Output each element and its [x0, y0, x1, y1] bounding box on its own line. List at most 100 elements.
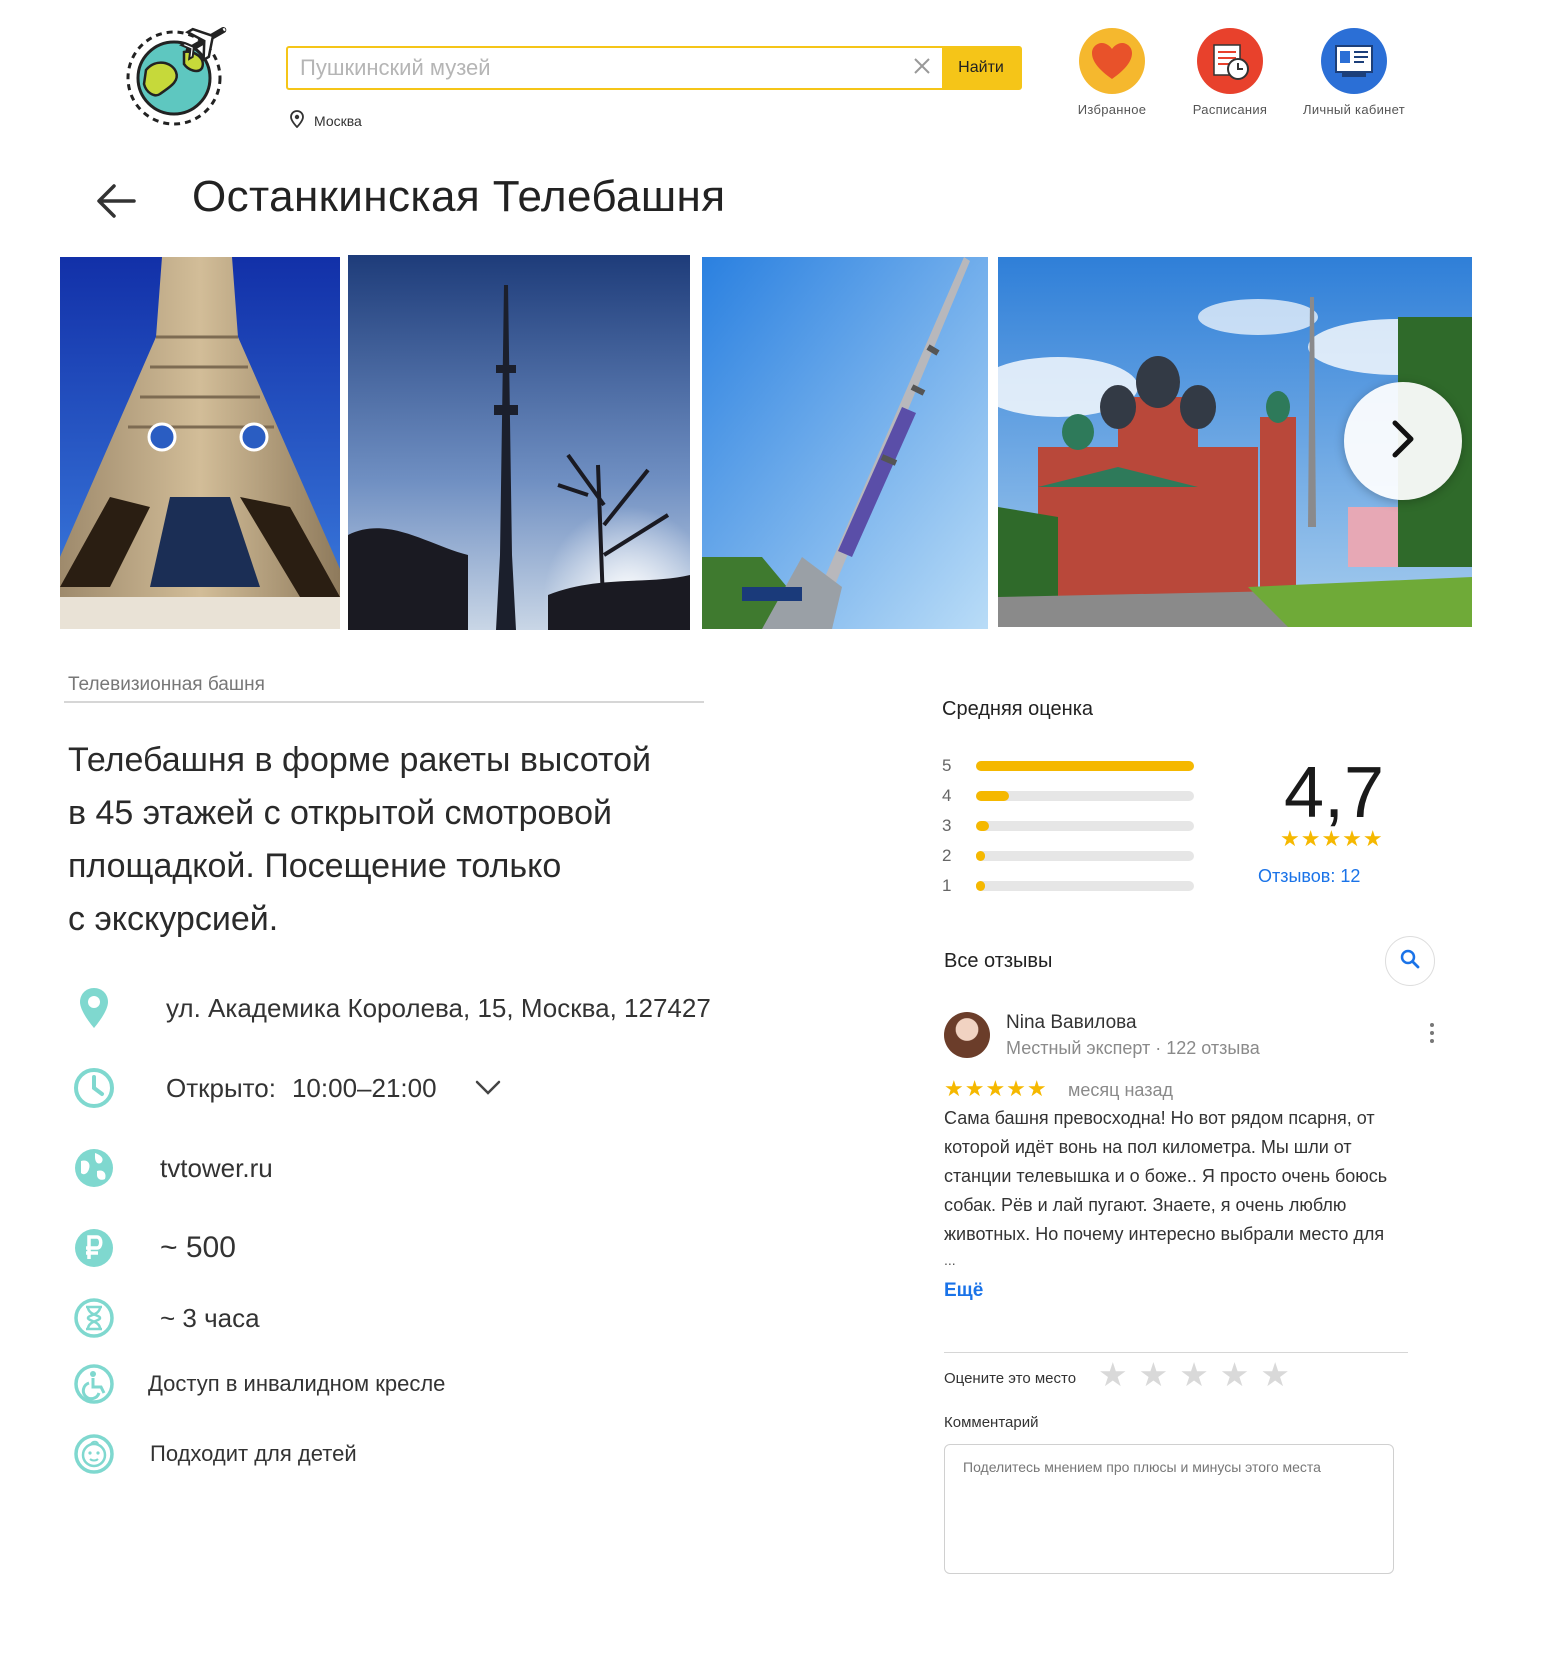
review-more-link[interactable]: Ещё: [944, 1280, 983, 1302]
wheelchair-text: Доступ в инвалидном кресле: [148, 1371, 446, 1396]
chevron-down-icon[interactable]: [475, 1080, 501, 1096]
review-author[interactable]: Nina Вавилова: [1006, 1012, 1137, 1034]
description-line: в 45 этажей с открытой смотровой: [68, 794, 613, 832]
rating-bar-label: 5: [942, 756, 952, 775]
rate-place-label: Оцените это место: [944, 1370, 1077, 1387]
search-input[interactable]: [288, 48, 902, 88]
clear-search-button[interactable]: [902, 48, 942, 88]
address-row: ул. Академика Королева, 15, Москва, 1274…: [72, 986, 711, 1030]
hours-label: Открыто:: [166, 1072, 276, 1103]
site-logo[interactable]: [122, 22, 240, 128]
account-button[interactable]: Личный кабинет: [1284, 28, 1424, 117]
rating-bar-row: 2: [942, 846, 1194, 866]
arrow-left-icon: [94, 184, 138, 224]
reviews-count-link[interactable]: Отзывов: 12: [1258, 866, 1360, 887]
page-title: Останкинская Телебашня: [192, 172, 726, 221]
schedules-label: Расписания: [1192, 102, 1268, 117]
review-text: Сама башня превосходна! Но вот рядом пса…: [944, 1104, 1444, 1249]
rating-bar-track: [976, 791, 1194, 801]
duration-row: ~ 3 часа: [72, 1296, 260, 1340]
rating-bar-label: 4: [942, 786, 952, 805]
globe-icon: [72, 1146, 116, 1190]
search-bar: Найти: [286, 46, 1022, 90]
rating-bar-row: 4: [942, 786, 1194, 806]
wheelchair-icon: [72, 1362, 116, 1406]
account-label: Личный кабинет: [1302, 102, 1405, 117]
website-link[interactable]: tvtower.ru: [160, 1153, 273, 1184]
review-line: животных. Но почему интересно выбрали ме…: [944, 1224, 1385, 1244]
price-row: ~ 500: [72, 1226, 236, 1270]
rating-bar-fill: [976, 761, 1194, 771]
place-description: Телебашня в форме ракеты высотой в 45 эт…: [68, 734, 728, 946]
address-text[interactable]: ул. Академика Королева, 15, Москва, 1274…: [166, 993, 711, 1024]
description-line: площадкой. Посещение только: [68, 847, 562, 885]
review-line: станции телевышка и о боже.. Я просто оч…: [944, 1166, 1388, 1186]
hourglass-icon: [72, 1296, 116, 1340]
rating-bar-fill: [976, 791, 1009, 801]
review-stars: ★★★★★: [944, 1076, 1048, 1101]
description-line: с экскурсией.: [68, 900, 279, 938]
average-rating-title: Средняя оценка: [942, 698, 1094, 720]
back-button[interactable]: [94, 182, 138, 220]
avatar[interactable]: [944, 1012, 990, 1058]
gallery-photo-2[interactable]: [348, 255, 690, 630]
search-button[interactable]: Найти: [942, 48, 1020, 88]
comment-textarea[interactable]: [944, 1444, 1394, 1574]
kids-row: Подходит для детей: [72, 1432, 357, 1476]
rating-bar-track: [976, 821, 1194, 831]
chevron-right-icon: [1389, 419, 1417, 464]
rating-bar-track: [976, 881, 1194, 891]
average-rating-value: 4,7: [1284, 753, 1385, 833]
review-line: собак. Рёв и лай пугают. Знаете, я очень…: [944, 1195, 1347, 1215]
review-line: которой идёт вонь на пол километра. Мы ш…: [944, 1137, 1352, 1157]
review-line: Сама башня превосходна! Но вот рядом пса…: [944, 1108, 1375, 1128]
account-icon: [1321, 28, 1387, 94]
schedule-icon: [1197, 28, 1263, 94]
location-label: Москва: [314, 112, 362, 129]
heart-icon: [1079, 28, 1145, 94]
rate-star-2[interactable]: ★: [1139, 1358, 1169, 1391]
gallery-photo-3[interactable]: [702, 257, 988, 629]
close-icon: [913, 57, 931, 80]
rate-star-1[interactable]: ★: [1098, 1358, 1128, 1391]
rating-bar-track: [976, 851, 1194, 861]
review-author-meta: Местный эксперт · 122 отзыва: [1006, 1038, 1260, 1058]
search-reviews-button[interactable]: [1385, 936, 1435, 986]
rate-divider: [944, 1352, 1408, 1353]
place-category: Телевизионная башня: [68, 674, 265, 695]
rating-bar-row: 5: [942, 756, 1194, 776]
rating-bar-track: [976, 761, 1194, 771]
hours-row[interactable]: Открыто: 10:00–21:00: [72, 1066, 501, 1110]
all-reviews-title: Все отзывы: [944, 950, 1053, 972]
comment-label: Комментарий: [944, 1414, 1039, 1431]
rate-star-3[interactable]: ★: [1179, 1358, 1209, 1391]
rating-bar-row: 3: [942, 816, 1194, 836]
average-rating-stars: ★★★★★: [1280, 826, 1384, 851]
location-pin-icon: [72, 986, 116, 1030]
rating-bar-row: 1: [942, 876, 1194, 896]
clock-icon: [72, 1066, 116, 1110]
search-icon: [1400, 949, 1420, 974]
wheelchair-row: Доступ в инвалидном кресле: [72, 1362, 445, 1406]
category-divider: [64, 701, 704, 703]
review-ellipsis: ...: [944, 1252, 956, 1268]
website-row: tvtower.ru: [72, 1146, 273, 1190]
duration-text: ~ 3 часа: [160, 1302, 260, 1333]
rating-bar-fill: [976, 851, 985, 861]
rating-bar-fill: [976, 881, 985, 891]
price-text: ~ 500: [160, 1231, 236, 1264]
rating-bar-fill: [976, 821, 990, 831]
review-more-options-button[interactable]: [1420, 1018, 1444, 1048]
location-selector[interactable]: Москва: [290, 110, 362, 131]
review-time: месяц назад: [1068, 1080, 1173, 1100]
rating-bar-label: 2: [942, 846, 952, 865]
schedules-button[interactable]: Расписания: [1160, 28, 1300, 117]
rate-star-5[interactable]: ★: [1260, 1358, 1290, 1391]
rate-stars: ★ ★ ★ ★ ★: [1098, 1358, 1290, 1391]
hours-value: 10:00–21:00: [291, 1072, 437, 1103]
kids-text: Подходит для детей: [150, 1441, 357, 1466]
gallery-next-button[interactable]: [1344, 382, 1462, 500]
rate-star-4[interactable]: ★: [1220, 1358, 1250, 1391]
gallery-photo-1[interactable]: [60, 257, 340, 629]
rating-bar-label: 3: [942, 816, 952, 835]
